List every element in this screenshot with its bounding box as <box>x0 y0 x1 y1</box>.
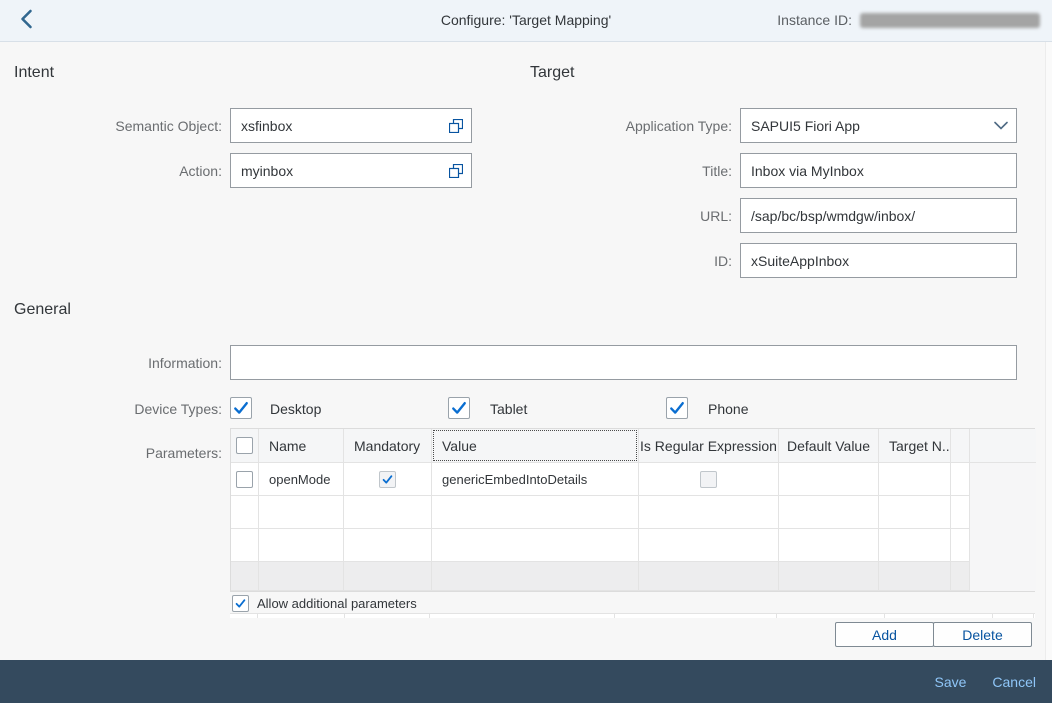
title-input[interactable] <box>741 154 1016 187</box>
intent-section-title: Intent <box>14 64 54 82</box>
delete-button[interactable]: Delete <box>933 622 1032 647</box>
footer-bar: Save Cancel <box>0 660 1052 703</box>
tablet-checkbox-label: Tablet <box>490 401 527 417</box>
parameters-table-main: Name Mandatory Value Is Regular Expressi… <box>231 429 970 591</box>
url-label: URL: <box>510 208 732 224</box>
id-field <box>740 243 1017 278</box>
partial-table-strip <box>230 613 1035 618</box>
semantic-object-field <box>230 108 472 143</box>
url-field <box>740 198 1017 233</box>
cell-default-value[interactable] <box>779 463 879 496</box>
table-row: openMode genericEmbedIntoDetails <box>231 463 970 496</box>
column-header-name[interactable]: Name <box>259 429 344 463</box>
column-header-filler <box>951 429 970 463</box>
cell-value[interactable]: genericEmbedIntoDetails <box>432 463 639 496</box>
target-section-title: Target <box>530 64 574 82</box>
allow-additional-parameters-row: Allow additional parameters <box>232 595 417 612</box>
configure-target-mapping-dialog: Configure: 'Target Mapping' Instance ID:… <box>0 0 1052 703</box>
checkmark-icon <box>233 400 249 416</box>
device-types-label: Device Types: <box>0 401 222 417</box>
action-label: Action: <box>0 163 222 179</box>
url-input[interactable] <box>741 199 1016 232</box>
is-regular-expression-checkbox[interactable] <box>700 471 717 488</box>
header-bar: Configure: 'Target Mapping' Instance ID: <box>0 0 1052 42</box>
select-all-checkbox[interactable] <box>236 437 253 454</box>
instance-id-label: Instance ID: <box>777 12 852 28</box>
table-header-row: Name Mandatory Value Is Regular Expressi… <box>231 429 970 463</box>
information-label: Information: <box>0 355 222 371</box>
semantic-object-input[interactable] <box>231 109 441 142</box>
application-type-value: SAPUI5 Fiori App <box>741 118 986 134</box>
cell-is-regular-expression <box>639 463 779 496</box>
back-button[interactable] <box>12 8 40 34</box>
column-header-mandatory[interactable]: Mandatory <box>344 429 432 463</box>
action-value-help-icon[interactable] <box>441 154 471 187</box>
checkmark-icon <box>451 400 467 416</box>
column-header-target-n[interactable]: Target N... <box>879 429 951 463</box>
semantic-object-label: Semantic Object: <box>0 118 222 134</box>
action-field <box>230 153 472 188</box>
column-header-default-value[interactable]: Default Value <box>779 429 879 463</box>
back-chevron-icon <box>19 9 33 34</box>
table-scroll-area[interactable] <box>970 429 1036 591</box>
cell-mandatory <box>344 463 432 496</box>
information-field <box>230 345 1017 380</box>
id-label: ID: <box>510 253 732 269</box>
cell-filler <box>951 463 970 496</box>
table-row-empty <box>231 529 970 562</box>
phone-checkbox-label: Phone <box>708 401 748 417</box>
table-row-empty <box>231 496 970 529</box>
desktop-checkbox[interactable] <box>230 397 252 419</box>
application-type-select[interactable]: SAPUI5 Fiori App <box>740 108 1017 143</box>
cell-name[interactable]: openMode <box>259 463 344 496</box>
page-scrollbar[interactable] <box>1045 42 1052 660</box>
general-section-title: General <box>14 301 71 319</box>
column-header-is-regular-expression[interactable]: Is Regular Expression <box>639 429 779 463</box>
row-select-checkbox[interactable] <box>236 471 253 488</box>
cancel-button[interactable]: Cancel <box>992 674 1036 690</box>
save-button[interactable]: Save <box>934 674 966 690</box>
title-label: Title: <box>510 163 732 179</box>
title-field <box>740 153 1017 188</box>
cell-target-n[interactable] <box>879 463 951 496</box>
information-input[interactable] <box>231 346 1016 379</box>
mandatory-checkbox[interactable] <box>379 471 396 488</box>
row-select-cell <box>231 463 259 496</box>
table-action-buttons: Add Delete <box>835 622 1032 647</box>
semantic-object-value-help-icon[interactable] <box>441 109 471 142</box>
chevron-down-icon <box>986 109 1016 142</box>
parameters-table: Name Mandatory Value Is Regular Expressi… <box>230 428 1035 592</box>
page-title: Configure: 'Target Mapping' <box>441 12 611 28</box>
column-header-value[interactable]: Value <box>432 429 639 463</box>
action-input[interactable] <box>231 154 441 187</box>
allow-additional-parameters-label: Allow additional parameters <box>257 596 417 611</box>
parameters-label: Parameters: <box>0 445 222 461</box>
instance-id-group: Instance ID: <box>777 12 1040 28</box>
application-type-label: Application Type: <box>510 118 732 134</box>
desktop-checkbox-label: Desktop <box>270 401 321 417</box>
table-row-filler <box>231 562 970 591</box>
tablet-checkbox[interactable] <box>448 397 470 419</box>
allow-additional-parameters-checkbox[interactable] <box>232 595 249 612</box>
select-all-cell <box>231 429 259 463</box>
instance-id-redacted-value <box>860 13 1040 28</box>
id-input[interactable] <box>741 244 1016 277</box>
phone-checkbox[interactable] <box>666 397 688 419</box>
add-button[interactable]: Add <box>835 622 934 647</box>
checkmark-icon <box>669 400 685 416</box>
